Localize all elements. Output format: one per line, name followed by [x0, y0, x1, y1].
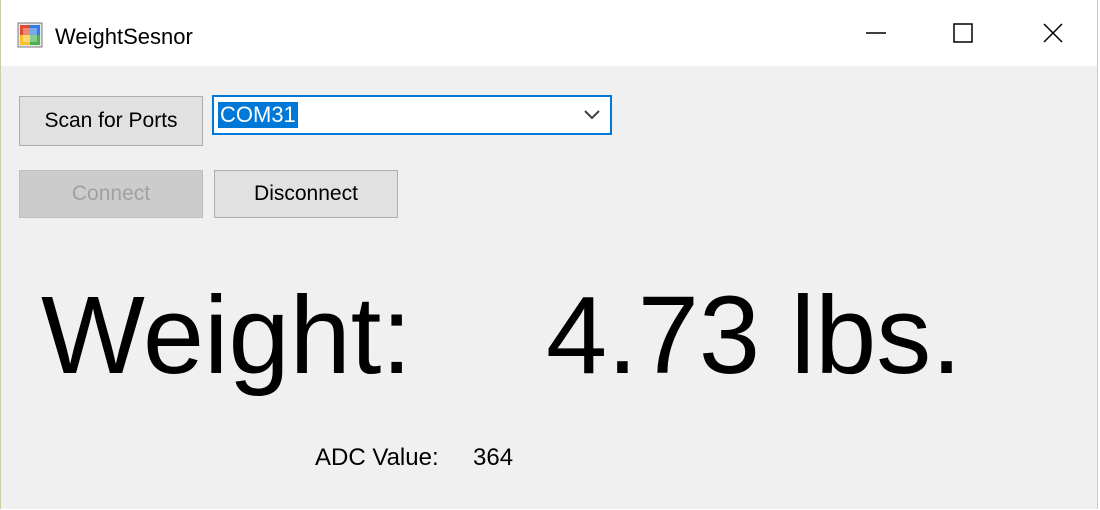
close-button[interactable]: [1008, 0, 1098, 66]
minimize-icon: [866, 32, 886, 34]
adc-value: 364: [473, 444, 514, 471]
maximize-icon: [953, 23, 973, 43]
port-select[interactable]: COM31: [212, 95, 612, 135]
chevron-down-icon[interactable]: [582, 108, 602, 122]
window-title: WeightSesnor: [55, 24, 193, 49]
disconnect-button[interactable]: Disconnect: [214, 170, 398, 218]
port-select-value[interactable]: COM31: [218, 102, 298, 128]
connect-button[interactable]: Connect: [19, 170, 203, 218]
maximize-button[interactable]: [918, 0, 1008, 66]
app-window: WeightSesnor Scan for Ports COM31 Connec…: [0, 0, 1098, 509]
scan-for-ports-button[interactable]: Scan for Ports: [19, 96, 203, 146]
weight-label: Weight:: [41, 274, 412, 397]
client-area: Scan for Ports COM31 Connect Disconnect …: [1, 66, 1097, 509]
minimize-button[interactable]: [831, 0, 921, 66]
close-icon: [1043, 23, 1063, 43]
weight-value: 4.73 lbs.: [546, 274, 962, 397]
title-bar[interactable]: WeightSesnor: [1, 0, 1097, 66]
adc-label: ADC Value:: [315, 444, 439, 471]
windows-forms-app-icon: [17, 22, 43, 48]
